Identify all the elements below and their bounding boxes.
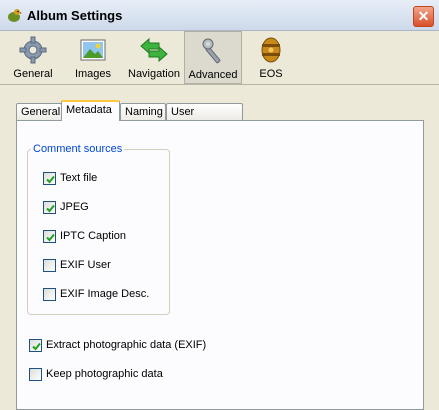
toolbar-images-button[interactable]: Images bbox=[66, 31, 120, 84]
arrows-icon bbox=[140, 37, 168, 63]
app-bird-icon bbox=[8, 9, 22, 22]
checkbox-box bbox=[43, 201, 56, 214]
toolbar-navigation-button[interactable]: Navigation bbox=[124, 31, 184, 84]
tab-label: Naming bbox=[125, 106, 163, 118]
tools-icon bbox=[202, 38, 221, 64]
dialog-body: General Metadata Naming User Variables C… bbox=[0, 85, 439, 410]
checkbox-box bbox=[43, 288, 56, 301]
group-title: Comment sources bbox=[31, 143, 125, 155]
checkbox-label: JPEG bbox=[60, 201, 89, 213]
comment-sources-group: Comment sources Text file JPEG IPTC Capt… bbox=[27, 143, 170, 315]
toolbar-advanced-button[interactable]: Advanced bbox=[184, 31, 242, 84]
tab-user-variables[interactable]: User Variables bbox=[166, 103, 243, 134]
toolbar-label: EOS bbox=[259, 68, 283, 80]
window-title: Album Settings bbox=[27, 8, 123, 23]
eos-icon bbox=[261, 37, 281, 63]
settings-toolbar: General Images Navigation Advanced EOS bbox=[0, 31, 439, 85]
gear-icon bbox=[19, 36, 47, 64]
checkbox-label: IPTC Caption bbox=[60, 230, 127, 242]
toolbar-label: General bbox=[13, 68, 53, 80]
toolbar-label: Advanced bbox=[188, 69, 238, 81]
checkbox-label: Keep photographic data bbox=[46, 368, 163, 380]
checkbox-label: EXIF Image Desc. bbox=[60, 288, 150, 300]
tab-general[interactable]: General bbox=[16, 103, 62, 120]
checkbox-label: EXIF User bbox=[60, 259, 111, 271]
checkmark-icon bbox=[46, 233, 55, 242]
checkbox-box bbox=[29, 368, 42, 381]
toolbar-label: Images bbox=[74, 68, 112, 80]
toolbar-eos-button[interactable]: EOS bbox=[244, 31, 298, 84]
metadata-panel: Comment sources Text file JPEG IPTC Capt… bbox=[16, 120, 424, 410]
toolbar-general-button[interactable]: General bbox=[6, 31, 60, 84]
close-icon: ✕ bbox=[417, 8, 430, 24]
checkmark-icon bbox=[32, 342, 41, 351]
tab-metadata[interactable]: Metadata bbox=[61, 100, 120, 121]
checkbox-label: Text file bbox=[60, 172, 98, 184]
toolbar-label: Navigation bbox=[128, 68, 180, 80]
title-bar[interactable]: Album Settings ✕ bbox=[0, 0, 439, 31]
checkbox-box bbox=[29, 339, 42, 352]
checkmark-icon bbox=[46, 175, 55, 184]
tab-naming[interactable]: Naming bbox=[120, 103, 166, 120]
checkbox-box bbox=[43, 230, 56, 243]
picture-icon bbox=[80, 39, 106, 61]
checkbox-label: Extract photographic data (EXIF) bbox=[46, 339, 207, 351]
tab-label: General bbox=[21, 106, 61, 118]
checkbox-box bbox=[43, 172, 56, 185]
checkbox-box bbox=[43, 259, 56, 272]
checkmark-icon bbox=[46, 204, 55, 213]
tab-label: Metadata bbox=[66, 104, 112, 116]
close-button[interactable]: ✕ bbox=[413, 6, 434, 27]
